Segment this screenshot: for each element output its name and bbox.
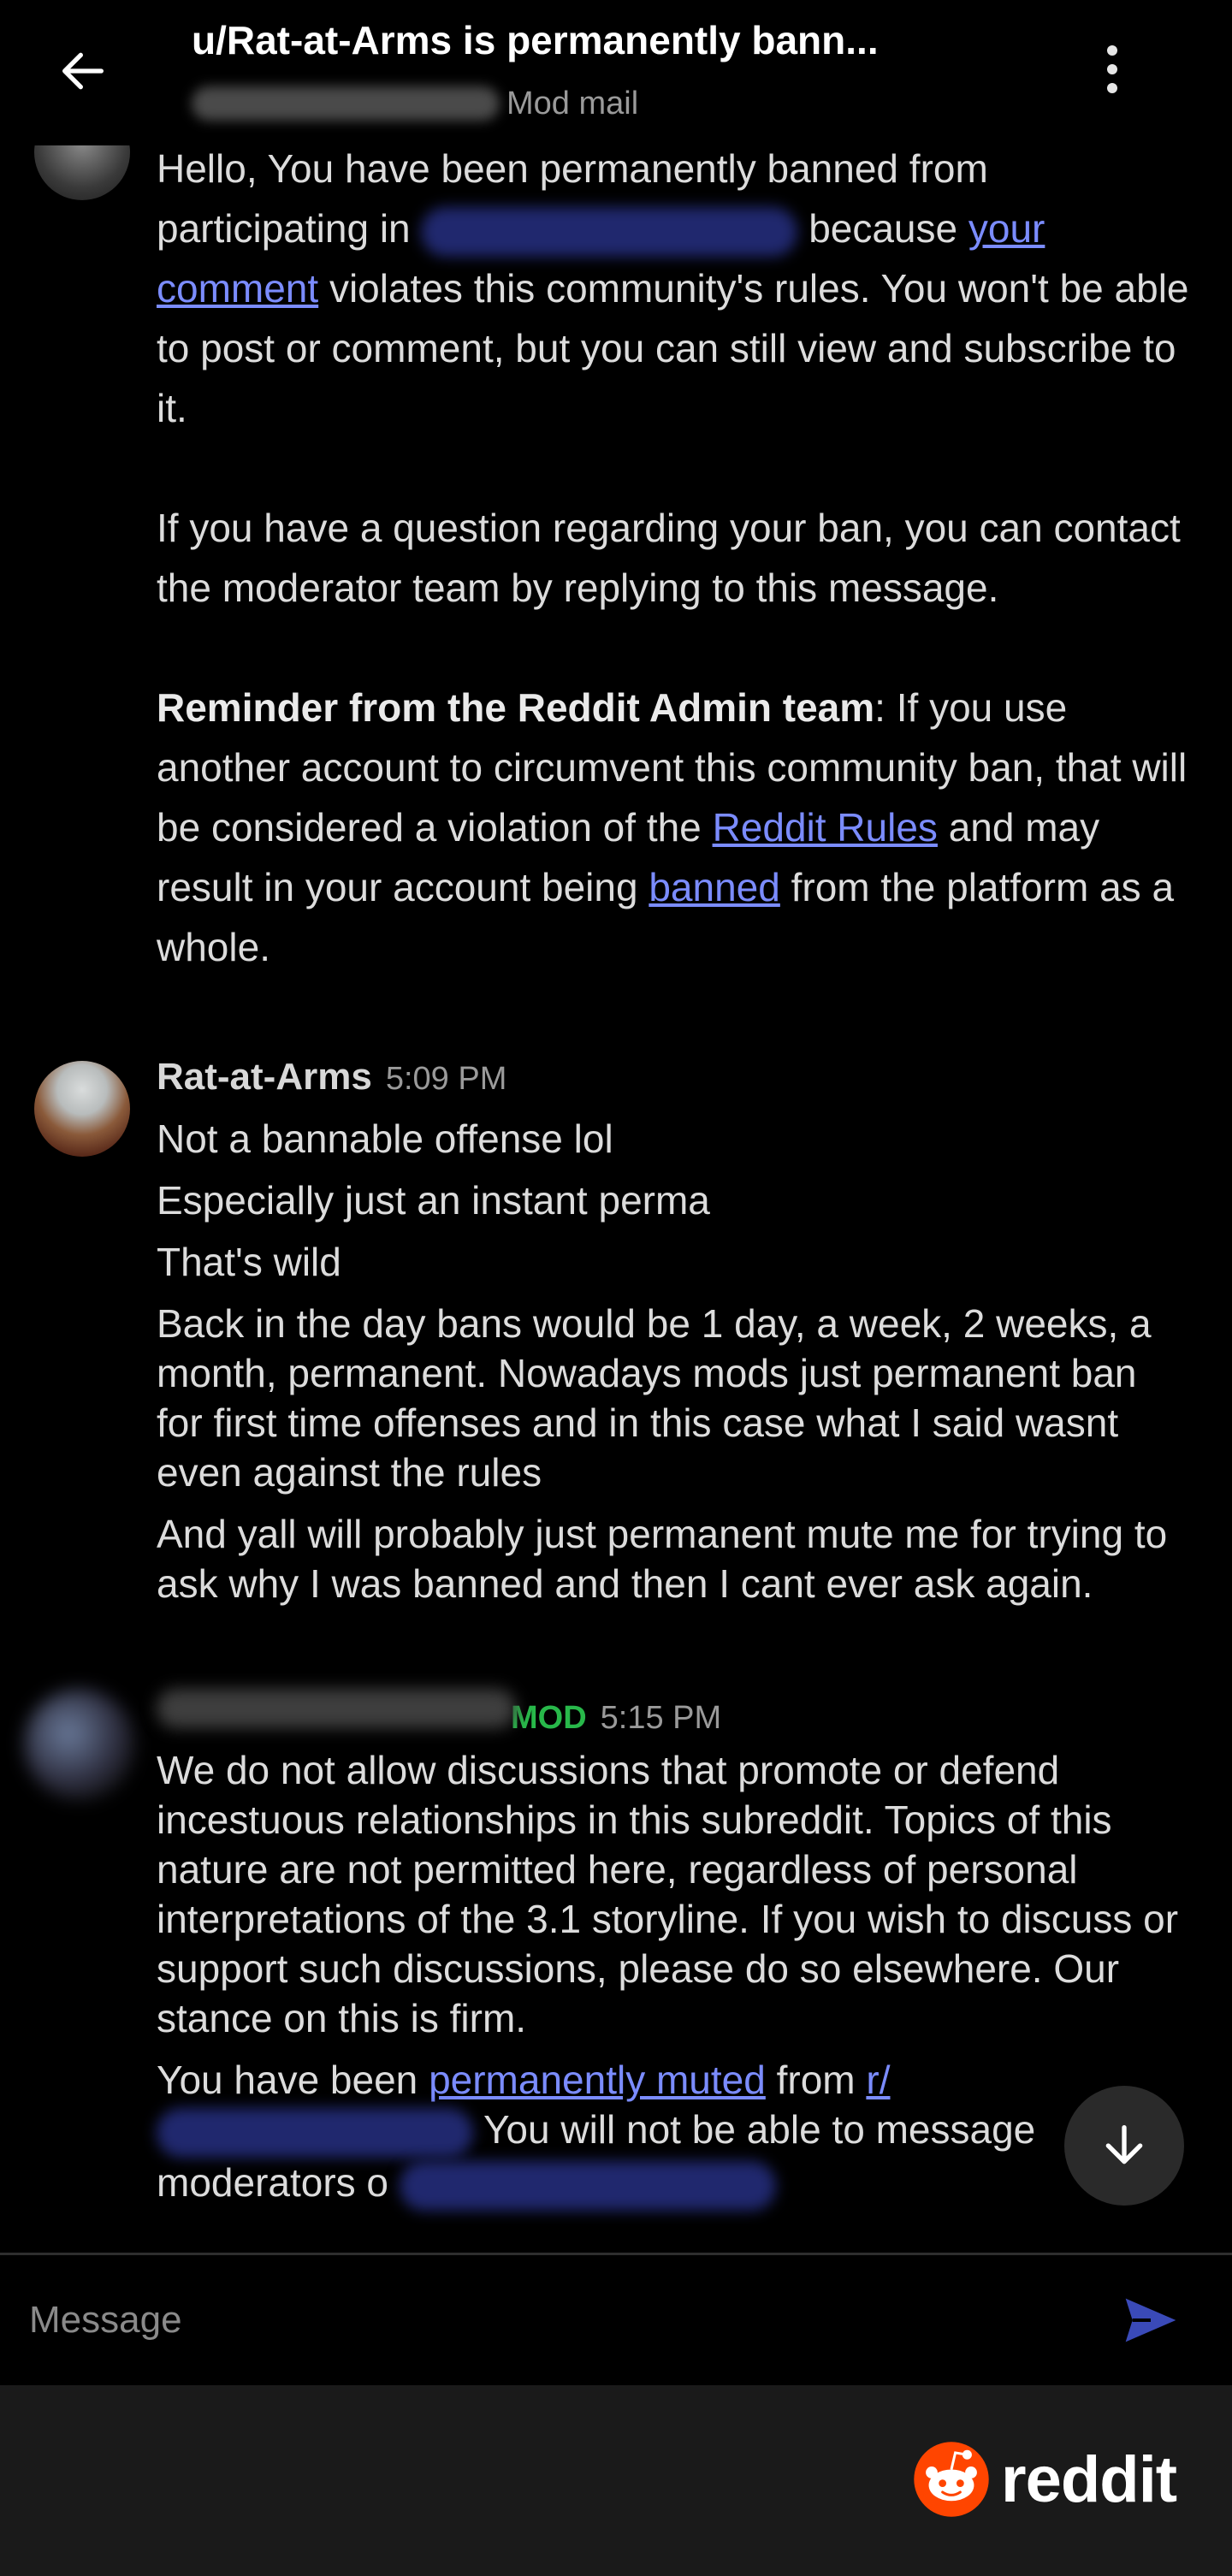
redacted-subreddit — [421, 206, 798, 257]
more-options-button[interactable] — [1080, 31, 1145, 108]
avatar[interactable] — [34, 1061, 130, 1157]
mod-badge: MOD — [511, 1700, 587, 1736]
send-button[interactable] — [1112, 2286, 1189, 2354]
send-icon — [1125, 2298, 1176, 2342]
conversation-subtitle: Mod mail — [506, 85, 639, 121]
conversation-title: u/Rat-at-Arms is permanently bann... — [192, 18, 879, 62]
redacted-moderator-name — [157, 1689, 516, 1728]
reddit-wordmark: reddit — [1001, 2443, 1177, 2516]
avatar[interactable] — [24, 1689, 135, 1800]
mod-message: We do not allow discussions that promote… — [157, 1745, 1192, 2223]
banned-link[interactable]: banned — [649, 865, 780, 909]
redacted-subreddit — [399, 2160, 776, 2211]
message-input[interactable] — [0, 2255, 1095, 2385]
back-arrow-icon — [62, 52, 104, 90]
scroll-to-bottom-button[interactable] — [1064, 2086, 1184, 2206]
arrow-down-icon — [1105, 2125, 1143, 2164]
message-thread[interactable]: Hello, You have been permanently banned … — [0, 145, 1232, 2253]
message-header: Rat-at-Arms 5:09 PM — [157, 1056, 506, 1107]
reddit-brand: reddit — [912, 2437, 1177, 2522]
mod-message-body: We do not allow discussions that promote… — [157, 1748, 1179, 2040]
subreddit-link[interactable]: r/ — [866, 2058, 890, 2102]
subtitle-row: Mod mail — [192, 82, 638, 125]
avatar — [34, 145, 130, 200]
back-button[interactable] — [44, 33, 121, 110]
message-line: That's wild — [157, 1240, 341, 1284]
footer-watermark: reddit — [0, 2385, 1232, 2576]
message-time: 5:15 PM — [600, 1700, 722, 1736]
author-name[interactable]: Rat-at-Arms — [157, 1056, 372, 1099]
reddit-snoo-icon — [914, 2442, 989, 2517]
redacted-subreddit — [157, 2107, 473, 2158]
permanently-muted-link[interactable]: permanently muted — [429, 2058, 766, 2102]
message-line: Not a bannable offense lol — [157, 1116, 613, 1161]
ban-paragraph-1: Hello, You have been permanently banned … — [157, 146, 1189, 430]
user-message: Not a bannable offense lol Especially ju… — [157, 1114, 1192, 1620]
more-vertical-icon — [1107, 45, 1117, 56]
message-header: MOD 5:15 PM — [157, 1689, 721, 1740]
message-line: And yall will probably just permanent mu… — [157, 1512, 1168, 1606]
ban-notice-message: Hello, You have been permanently banned … — [157, 145, 1192, 977]
system-mute-notice: You have been permanently muted from r/ … — [157, 2055, 1192, 2211]
message-line: Especially just an instant perma — [157, 1178, 710, 1223]
redacted-subreddit — [192, 86, 500, 121]
ban-paragraph-3: Reminder from the Reddit Admin team: If … — [157, 685, 1188, 969]
app-header: u/Rat-at-Arms is permanently bann... Mod… — [0, 0, 1232, 145]
message-time: 5:09 PM — [385, 1061, 507, 1097]
message-line: Back in the day bans would be 1 day, a w… — [157, 1301, 1152, 1495]
message-composer — [0, 2255, 1232, 2385]
ban-paragraph-2: If you have a question regarding your ba… — [157, 506, 1181, 610]
reddit-rules-link[interactable]: Reddit Rules — [713, 805, 938, 850]
